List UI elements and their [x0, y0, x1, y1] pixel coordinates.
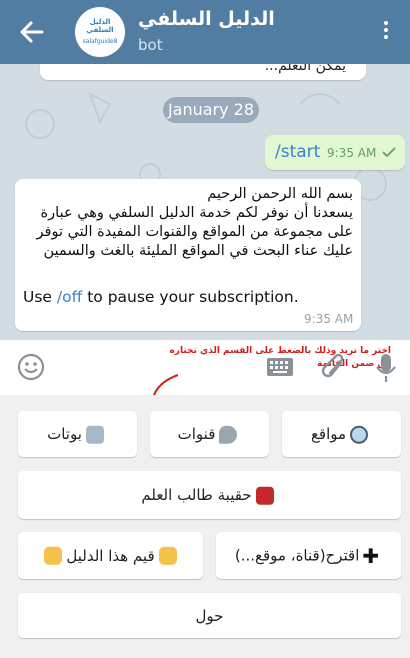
avatar-logo-text: الدليل السلفي: [86, 18, 114, 34]
date-separator: January 28: [163, 97, 259, 123]
previous-message-text: يمكن التعلم...: [264, 64, 346, 74]
message-list[interactable]: يمكن التعلم... January 28 /start 9:35 AM…: [0, 64, 410, 340]
english-prefix: Use: [23, 288, 57, 306]
incoming-message-bubble[interactable]: بسم الله الرحمن الرحيم يسعدنا أن نوفر لك…: [15, 179, 361, 331]
websites-button[interactable]: مواقع: [282, 411, 401, 457]
outgoing-message-text[interactable]: /start: [275, 142, 320, 162]
incoming-message-arabic: بسم الله الرحمن الرحيم يسعدنا أن نوفر لك…: [25, 185, 353, 261]
chat-subtitle: bot: [138, 36, 163, 54]
thumbs-down-icon: [44, 546, 63, 565]
english-suffix: to pause your subscription.: [82, 288, 299, 306]
microphone-icon[interactable]: [374, 352, 398, 384]
channels-button-label: قنوات: [177, 424, 216, 443]
incoming-line-1: بسم الله الرحمن الرحيم: [207, 186, 353, 202]
previous-message-bubble[interactable]: يمكن التعلم...: [40, 64, 366, 80]
avatar-logo-subtext: salafguide8: [82, 38, 118, 45]
satellite-dish-icon: [219, 425, 238, 444]
chat-title[interactable]: الدليل السلفي: [138, 8, 275, 30]
bot-reply-keyboard: بوتات قنوات مواقع حقيبة طالب العلم قيم ه…: [0, 395, 410, 658]
backpack-icon: [255, 486, 274, 505]
outgoing-message-time: 9:35 AM: [327, 146, 377, 160]
student-bag-button-label: حقيبة طالب العلم: [141, 485, 252, 504]
plus-icon: ✚: [362, 543, 380, 568]
rate-guide-button[interactable]: قيم هذا الدليل: [18, 532, 203, 579]
attach-icon[interactable]: [319, 351, 349, 383]
back-arrow-icon[interactable]: [18, 18, 46, 46]
bot-avatar[interactable]: الدليل السلفي salafguide8: [75, 7, 125, 57]
thumbs-up-icon: [158, 546, 177, 565]
robot-icon: [85, 425, 104, 444]
channels-button[interactable]: قنوات: [150, 411, 269, 457]
incoming-message-english: Use /off to pause your subscription.: [23, 288, 299, 306]
incoming-line-4: عليك عناء البحث في المواقع المليئة بالغث…: [43, 243, 353, 259]
rate-guide-button-label: قيم هذا الدليل: [66, 546, 155, 565]
incoming-line-3: على مجموعة من المواقع والقنوات المفيدة ا…: [36, 224, 353, 240]
bots-button[interactable]: بوتات: [18, 411, 137, 457]
about-button-label: حول: [195, 606, 224, 625]
incoming-line-2: يسعدنا أن نوفر لكم خدمة الدليل السلفي وه…: [40, 205, 353, 221]
more-options-icon[interactable]: [380, 18, 392, 46]
emoji-icon[interactable]: [16, 352, 46, 382]
off-command-link[interactable]: /off: [57, 288, 82, 306]
chat-header: الدليل السلفي salafguide8 الدليل السلفي …: [0, 0, 410, 64]
globe-icon: [350, 425, 369, 444]
outgoing-message-bubble[interactable]: /start 9:35 AM: [265, 135, 405, 170]
bots-button-label: بوتات: [47, 424, 82, 443]
websites-button-label: مواقع: [310, 424, 347, 443]
keyboard-icon[interactable]: [266, 357, 294, 377]
suggest-button[interactable]: ✚اقترح(قناة، موقع...): [216, 532, 401, 579]
about-button[interactable]: حول: [18, 593, 401, 638]
suggest-button-label: اقترح(قناة، موقع...): [234, 546, 360, 564]
message-input-bar: اختر ما تريد وذلك بالضغط على القسم الذي …: [0, 340, 410, 396]
student-bag-button[interactable]: حقيبة طالب العلم: [18, 471, 401, 519]
incoming-message-time: 9:35 AM: [304, 312, 354, 326]
read-check-icon: [382, 147, 396, 157]
